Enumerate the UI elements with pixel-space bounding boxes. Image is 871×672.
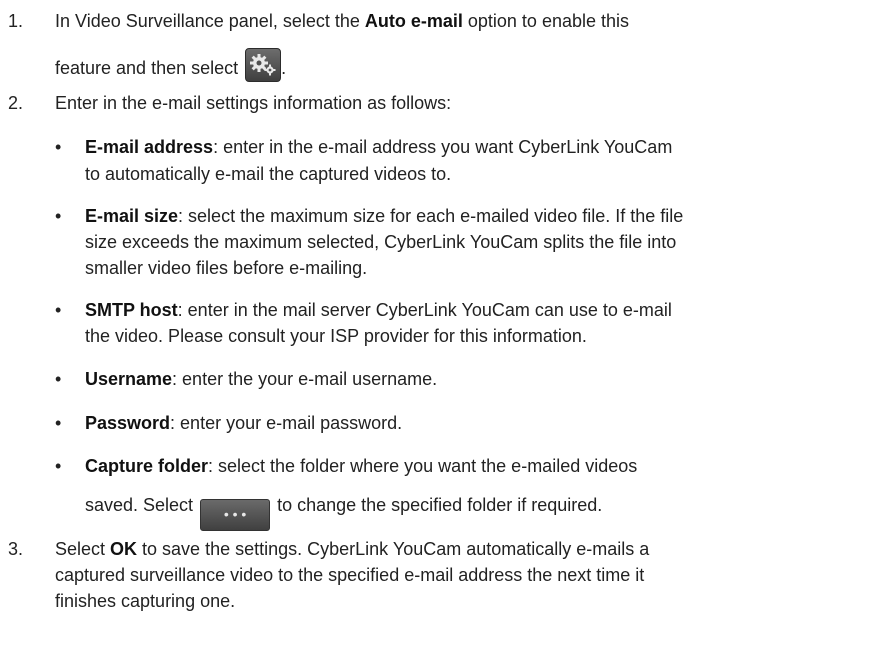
bullet-dot: •: [55, 413, 62, 433]
step-number: 1.: [8, 11, 24, 31]
bold-term: Password: [85, 413, 171, 433]
bullet-dot: •: [55, 300, 62, 320]
document-page: 1. In Video Surveillance panel, select t…: [0, 0, 871, 672]
bullet-text-part: saved. Select: [85, 495, 199, 515]
browse-button-icon: • • •: [200, 499, 271, 531]
step-text-line: captured surveillance video to the speci…: [55, 565, 645, 585]
bullet-text-part: : enter in the mail server CyberLink You…: [177, 300, 672, 320]
bullet-text-part: : enter in the e-mail address you want C…: [213, 137, 673, 157]
bullet-dot: •: [55, 206, 62, 226]
bold-term: E-mail address: [85, 137, 214, 157]
bullet-text: E-mail address: enter in the e-mail addr…: [85, 134, 845, 160]
bullet-text: Username: enter the your e-mail username…: [85, 366, 845, 392]
bullet-dot: •: [55, 456, 62, 476]
bullet-text-part: : select the folder where you want the e…: [208, 456, 638, 476]
bold-term: OK: [110, 539, 138, 559]
step-text-part: In Video Surveillance panel, select the: [55, 11, 365, 31]
bullet-text-line: smaller video files before e-mailing.: [85, 258, 368, 278]
step-text-part: feature and then select: [55, 58, 244, 78]
step-text-part: to save the settings. CyberLink YouCam a…: [137, 539, 650, 559]
bullet-text-part: : enter the your e-mail username.: [172, 369, 438, 389]
bullet-text-part: to change the specified folder if requir…: [272, 495, 603, 515]
step-text-part: .: [281, 58, 287, 78]
bullet-text-line: size exceeds the maximum selected, Cyber…: [85, 232, 677, 252]
bullet-text: Capture folder: select the folder where …: [85, 453, 845, 479]
step-text: Select OK to save the settings. CyberLin…: [55, 536, 840, 562]
bold-term: Capture folder: [85, 456, 209, 476]
bold-term: Auto e-mail: [364, 11, 463, 31]
step-text-line: feature and then select .: [55, 48, 840, 82]
step-number: 3.: [8, 539, 24, 559]
bold-term: E-mail size: [85, 206, 179, 226]
step-text: Enter in the e-mail settings information…: [55, 93, 452, 113]
bold-term: Username: [85, 369, 173, 389]
bullet-text: SMTP host: enter in the mail server Cybe…: [85, 297, 845, 323]
bullet-dot: •: [55, 369, 62, 389]
bullet-text-part: : select the maximum size for each e-mai…: [178, 206, 684, 226]
bullet-text-line: the video. Please consult your ISP provi…: [85, 326, 587, 346]
step-text-part: option to enable this: [462, 11, 630, 31]
bullet-text: E-mail size: select the maximum size for…: [85, 203, 845, 229]
step-text-part: Select: [55, 539, 111, 559]
bullet-text-line: to automatically e-mail the captured vid…: [85, 164, 452, 184]
step-text: In Video Surveillance panel, select the …: [55, 8, 840, 34]
bullet-text: Password: enter your e-mail password.: [85, 410, 845, 436]
step-number: 2.: [8, 93, 24, 113]
bullet-text-part: : enter your e-mail password.: [170, 413, 403, 433]
bold-term: SMTP host: [85, 300, 178, 320]
gear-settings-icon: [245, 48, 282, 82]
bullet-dot: •: [55, 137, 62, 157]
bullet-text-line: saved. Select • • • to change the specif…: [85, 492, 845, 531]
step-text-line: finishes capturing one.: [55, 591, 236, 611]
